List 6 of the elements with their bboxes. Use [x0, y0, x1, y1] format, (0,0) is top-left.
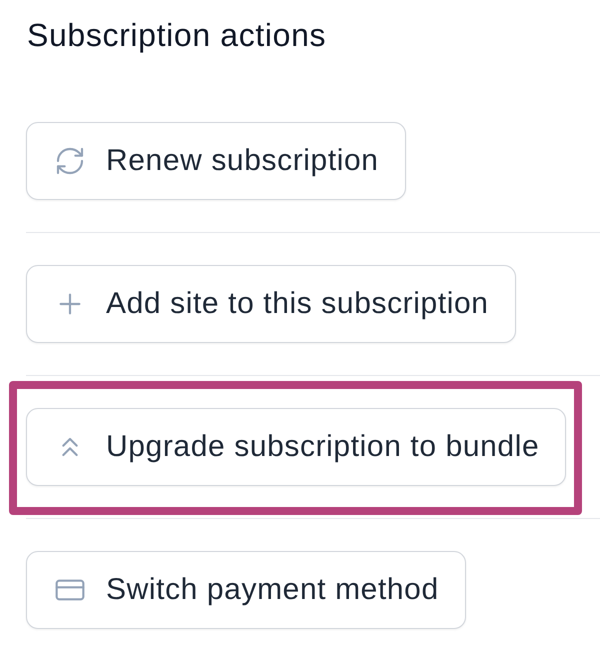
action-button[interactable]: Switch payment method	[26, 551, 466, 629]
action-button[interactable]: Upgrade subscription to bundle	[26, 408, 566, 486]
action-button[interactable]: Add site to this subscription	[26, 265, 516, 343]
section-heading: Subscription actions	[27, 16, 326, 54]
refresh-icon	[54, 145, 86, 177]
action-button[interactable]: Renew subscription	[26, 122, 406, 200]
